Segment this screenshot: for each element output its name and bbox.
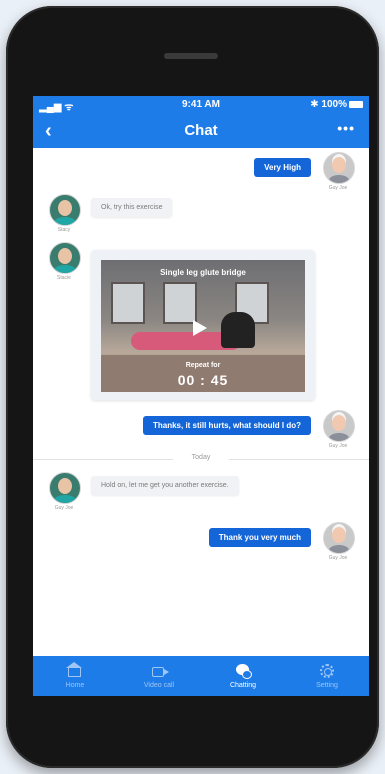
page-title: Chat <box>184 122 218 139</box>
video-scene-legs <box>221 312 255 348</box>
user-avatar[interactable] <box>323 410 355 442</box>
sender-name: Guy Joe <box>328 555 348 561</box>
video-icon <box>152 667 169 677</box>
coach-avatar[interactable] <box>49 194 81 226</box>
more-options-button[interactable]: ••• <box>337 120 355 136</box>
gear-icon <box>320 664 334 678</box>
video-scene-window <box>163 282 197 324</box>
coach-avatar[interactable] <box>49 242 81 274</box>
user-avatar[interactable] <box>323 152 355 184</box>
message-bubble-incoming[interactable]: Ok, try this exercise <box>91 198 173 217</box>
home-icon <box>66 662 82 677</box>
video-scene-window <box>111 282 145 324</box>
tab-label: Setting <box>316 682 338 689</box>
tab-chatting[interactable]: Chatting <box>201 656 285 696</box>
repeat-label: Repeat for <box>185 362 221 369</box>
coach-avatar[interactable] <box>49 472 81 504</box>
tab-label: Chatting <box>229 682 257 689</box>
chat-header: ‹ Chat ••• <box>33 114 369 148</box>
date-divider: Today <box>33 454 369 464</box>
tab-video-call[interactable]: Video call <box>117 656 201 696</box>
tab-setting[interactable]: Setting <box>285 656 369 696</box>
sender-name: Guy Joe <box>328 185 348 191</box>
battery-label: ✱ 100% <box>310 99 347 110</box>
message-bubble-outgoing[interactable]: Thanks, it still hurts, what should I do… <box>142 416 311 435</box>
battery-icon <box>349 101 363 108</box>
exercise-video-player[interactable]: Single leg glute bridge Repeat for 00 : … <box>101 260 305 392</box>
message-bubble-outgoing[interactable]: Thank you very much <box>208 528 311 547</box>
app-screen: ▂▄▆ ᯤ 9:41 AM ✱ 100% ‹ Chat ••• Very Hig… <box>33 96 369 696</box>
exercise-video-card[interactable]: Single leg glute bridge Repeat for 00 : … <box>91 250 315 400</box>
message-list[interactable]: Very High Guy Joe Stacy Ok, try this exe… <box>33 148 369 656</box>
user-avatar[interactable] <box>323 522 355 554</box>
tab-label: Video call <box>143 682 175 689</box>
message-bubble-outgoing[interactable]: Very High <box>254 158 311 177</box>
phone-speaker <box>164 53 218 59</box>
sender-name: Stacy <box>57 227 71 233</box>
tab-label: Home <box>65 682 85 689</box>
exercise-timer: 00 : 45 <box>177 372 229 388</box>
bottom-tab-bar: Home Video call Chatting Setting <box>33 656 369 696</box>
tab-home[interactable]: Home <box>33 656 117 696</box>
sender-name: Stacie <box>57 275 71 281</box>
sender-name: Guy Joe <box>54 505 74 511</box>
chat-icon <box>236 664 252 679</box>
divider-line <box>229 459 369 460</box>
sender-name: Guy Joe <box>328 443 348 449</box>
play-icon[interactable] <box>193 320 207 336</box>
video-title: Single leg glute bridge <box>160 268 246 277</box>
phone-frame: ▂▄▆ ᯤ 9:41 AM ✱ 100% ‹ Chat ••• Very Hig… <box>6 6 379 768</box>
status-bar: ▂▄▆ ᯤ 9:41 AM ✱ 100% <box>33 96 369 114</box>
message-bubble-incoming[interactable]: Hold on, let me get you another exercise… <box>91 476 239 495</box>
